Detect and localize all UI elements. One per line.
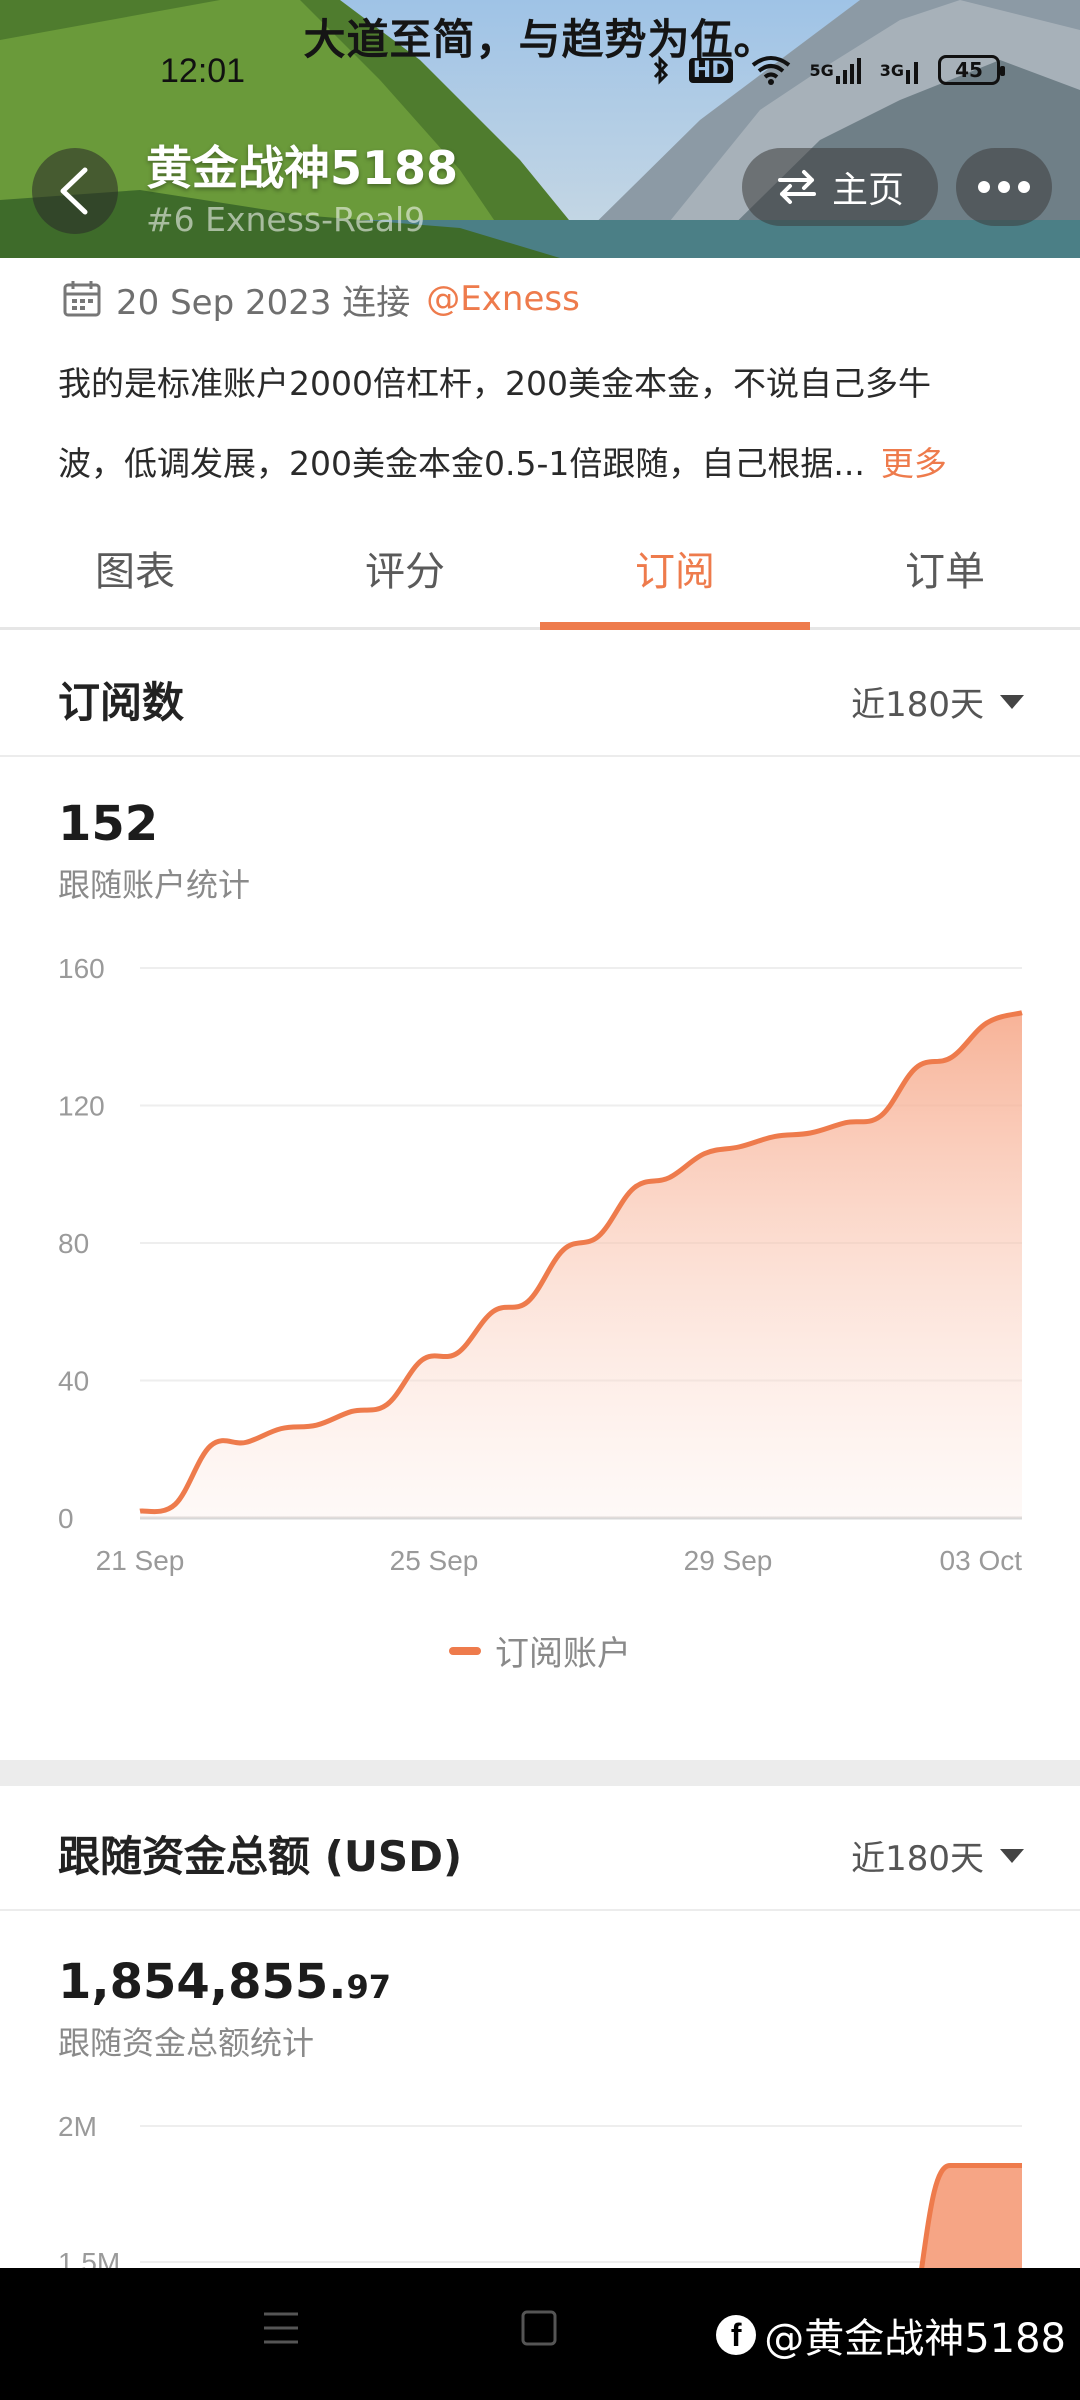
caret-down-icon (1000, 1848, 1024, 1863)
series-area (140, 1012, 1022, 1518)
connection-info: 20 Sep 2023 连接 @Exness (62, 274, 580, 324)
x-tick-label: 21 Sep (96, 1545, 185, 1576)
y-tick-label: 120 (58, 1091, 105, 1122)
funds-caption: 跟随资金总额统计 (58, 2024, 315, 2062)
broker-link[interactable]: @Exness (426, 279, 580, 319)
subscribers-title: 订阅数 (58, 678, 185, 727)
x-tick-label: 25 Sep (390, 1545, 479, 1576)
bluetooth-icon (651, 54, 671, 86)
subscribers-caption: 跟随账户统计 (58, 866, 251, 904)
subscribers-range-dropdown[interactable]: 近180天 (851, 677, 1024, 726)
dot-icon (998, 181, 1010, 193)
status-bar: 12:01 HD 5G 3G 45 (0, 52, 1080, 92)
subscribers-section-header: 订阅数 近180天 (0, 633, 1080, 757)
home-button-label: 主页 (831, 170, 904, 211)
funds-range-dropdown[interactable]: 近180天 (851, 1831, 1024, 1880)
description-line: 波，低调发展，200美金本金0.5-1倍跟随，自己根据... 更多 (58, 444, 947, 483)
y-tick-label: 80 (58, 1228, 89, 1259)
range-label: 近180天 (851, 685, 984, 725)
funds-total: 1,854,855.97 (58, 1954, 392, 2010)
chart-legend: 订阅账户 (0, 1626, 1080, 1675)
swap-arrows-icon (777, 170, 816, 204)
facebook-icon: f (716, 2315, 757, 2355)
legend-swatch (449, 1646, 481, 1655)
x-tick-label: 29 Sep (684, 1545, 773, 1576)
square-home-icon[interactable] (520, 2308, 558, 2352)
profile-subtitle: #6 Exness-Real9 (146, 200, 426, 239)
battery-indicator: 45 (938, 55, 1005, 85)
signal-3g-icon: 3G (880, 54, 920, 86)
more-options-button[interactable] (956, 148, 1052, 226)
profile-name: 黄金战神5188 (146, 141, 459, 195)
tab-subscription[interactable]: 订阅 (540, 524, 810, 630)
caret-down-icon (1000, 694, 1024, 709)
legend-label: 订阅账户 (495, 1634, 631, 1674)
watermark-text: @黄金战神5188 (764, 2316, 1066, 2362)
connection-date: 20 Sep 2023 连接 (116, 282, 411, 323)
menu-icon[interactable] (262, 2308, 300, 2352)
subscribers-chart: 0 40 80 120 160 21 Sep 25 Sep 29 Sep 03 Oct (58, 953, 1023, 1576)
wifi-icon (751, 54, 791, 86)
y-tick-label: 1.5M (58, 2247, 120, 2270)
tab-bar: 图表 评分 订阅 订单 (0, 524, 1080, 630)
x-tick-label: 03 Oct (940, 1545, 1023, 1576)
y-tick-label: 40 (58, 1366, 89, 1397)
author-watermark: f @黄金战神5188 (716, 2306, 1066, 2364)
y-tick-label: 2M (58, 2111, 97, 2142)
subscribers-count: 152 (58, 796, 159, 852)
status-time: 12:01 (160, 52, 246, 90)
funds-section-header: 跟随资金总额 (USD) 近180天 (0, 1787, 1080, 1911)
status-icons: HD 5G 3G 45 (651, 54, 1005, 86)
funds-title: 跟随资金总额 (USD) (58, 1832, 463, 1881)
y-tick-label: 160 (58, 953, 105, 984)
chevron-left-icon (60, 167, 88, 215)
system-navigation-bar: f @黄金战神5188 (0, 2268, 1080, 2400)
dot-icon (978, 181, 990, 193)
profile-banner: 大道至简，与趋势为伍。 12:01 HD 5G 3G 45 黄金战神5188 #… (0, 0, 1080, 258)
hd-badge: HD (688, 54, 734, 86)
dot-icon (1018, 181, 1030, 193)
back-button[interactable] (32, 148, 118, 234)
strategy-detail-page: 大道至简，与趋势为伍。 12:01 HD 5G 3G 45 黄金战神5188 #… (0, 0, 1080, 2400)
section-divider (0, 1760, 1080, 1786)
tab-orders[interactable]: 订单 (810, 524, 1080, 627)
signal-5g-icon: 5G (809, 54, 861, 86)
more-link[interactable]: 更多 (881, 444, 947, 483)
home-button[interactable]: 主页 (742, 148, 938, 226)
y-tick-label: 0 (58, 1503, 74, 1534)
tab-rating[interactable]: 评分 (270, 524, 540, 627)
calendar-icon (63, 281, 101, 317)
range-label: 近180天 (851, 1839, 984, 1879)
description-line: 我的是标准账户2000倍杠杆，200美金本金，不说自己多牛 (58, 364, 931, 403)
funds-chart: 2M 1.5M (58, 2111, 1022, 2270)
strategy-description: 我的是标准账户2000倍杠杆，200美金本金，不说自己多牛 波，低调发展，200… (58, 344, 1018, 504)
tab-chart[interactable]: 图表 (0, 524, 270, 627)
